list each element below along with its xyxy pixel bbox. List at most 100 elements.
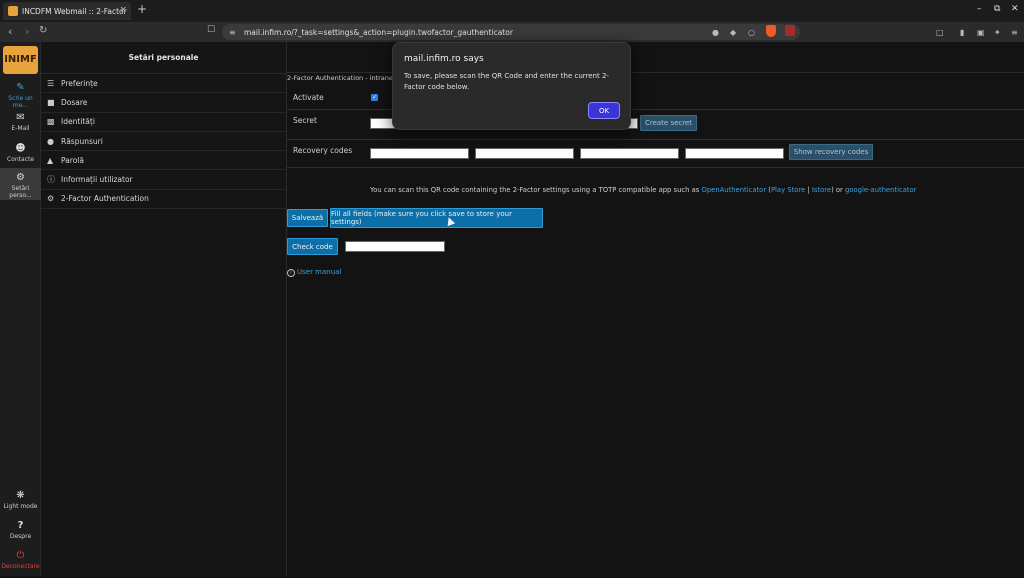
settings-sidebar: Setări personale ☰ Preferințe ■ Dosare ▩…	[41, 42, 287, 576]
rail-contacts[interactable]: ☻ Contacte	[0, 139, 41, 171]
show-recovery-codes-button[interactable]: Show recovery codes	[789, 144, 873, 160]
sidebar-title: Setări personale	[41, 42, 286, 74]
screenshot-icon[interactable]: □	[936, 28, 944, 37]
window-close-icon[interactable]: ✕	[1011, 4, 1019, 14]
restore-icon[interactable]: ⧉	[994, 4, 1000, 14]
sidebar-item-password[interactable]: ▲ Parolă	[41, 151, 286, 171]
alert-dialog: mail.infim.ro says To save, please scan …	[392, 42, 631, 130]
edit-icon: ✎	[16, 82, 25, 93]
rail-contacts-label: Contacte	[6, 156, 35, 163]
qr-note-or: ) or	[831, 186, 846, 194]
recovery-code-field[interactable]	[475, 148, 574, 159]
favicon-icon	[8, 6, 18, 16]
sidebar-item-label: Dosare	[61, 97, 88, 107]
activate-checkbox[interactable]: ✓	[371, 94, 378, 101]
rail-email-label: E-Mail	[11, 125, 30, 132]
brave-shield-icon[interactable]	[766, 25, 776, 37]
rail-about[interactable]: ? Despre	[0, 516, 41, 548]
openauthenticator-link[interactable]: OpenAuthenticator	[701, 186, 766, 194]
section-title: 2-Factor Authentication - intranet	[287, 74, 396, 82]
browser-tab[interactable]: INCDFM Webmail :: 2-Factor ×	[3, 2, 131, 20]
site-info-icon[interactable]: ≡	[229, 28, 236, 37]
browser-tab-bar: INCDFM Webmail :: 2-Factor × + – ⧉ ✕	[0, 0, 1024, 22]
rail-settings-label: Setări perso...	[9, 185, 32, 199]
sidebar-item-2fa[interactable]: ⚙ 2-Factor Authentication	[41, 189, 286, 210]
dialog-title: mail.infim.ro says	[404, 54, 484, 64]
fill-fields-button[interactable]: Fill all fields (make sure you click sav…	[330, 208, 543, 228]
recovery-code-field[interactable]	[370, 148, 469, 159]
info-circle-icon: i	[287, 269, 295, 277]
minimize-icon[interactable]: –	[977, 4, 982, 14]
rail-light-mode[interactable]: ❋ Light mode	[0, 486, 41, 518]
check-code-button[interactable]: Check code	[287, 238, 338, 255]
dialog-message: To save, please scan the QR Code and ent…	[404, 72, 609, 91]
question-icon: ?	[17, 520, 24, 531]
recovery-code-field[interactable]	[580, 148, 679, 159]
dialog-ok-button[interactable]: OK	[588, 102, 620, 119]
sidebar-item-label: Informații utilizator	[61, 175, 133, 185]
activate-label: Activate	[293, 93, 324, 102]
rail-light-mode-label: Light mode	[3, 503, 38, 510]
power-icon: ⏻	[16, 550, 25, 561]
url-text: mail.infim.ro/?_task=settings&_action=pl…	[244, 27, 513, 37]
lock-icon: ▲	[47, 155, 54, 165]
contacts-icon: ☻	[15, 143, 26, 154]
rail-settings[interactable]: ⚙ Setări perso...	[0, 168, 41, 200]
wallet-icon[interactable]: ▣	[977, 28, 985, 37]
play-store-link[interactable]: Play Store	[771, 186, 805, 194]
folder-icon: ■	[47, 97, 55, 107]
user-manual-link[interactable]: User manual	[297, 268, 341, 276]
sidebar-item-label: Răspunsuri	[61, 136, 103, 146]
gear-icon: ⚙	[16, 172, 25, 183]
sidebar-item-folders[interactable]: ■ Dosare	[41, 93, 286, 113]
bookmark-icon[interactable]: ☐	[207, 25, 215, 35]
rail-about-label: Despre	[9, 533, 32, 540]
sidebar-item-preferences[interactable]: ☰ Preferințe	[41, 74, 286, 94]
qr-code-note: You can scan this QR code containing the…	[370, 186, 917, 194]
istore-link[interactable]: Istore	[812, 186, 831, 194]
key-icon[interactable]: ●	[712, 28, 719, 37]
recovery-label: Recovery codes	[293, 146, 353, 155]
reload-icon[interactable]: ↻	[39, 25, 47, 36]
rail-compose-label: Scrie un me...	[8, 95, 33, 109]
sidebar-item-responses[interactable]: ● Răspunsuri	[41, 132, 286, 152]
leo-icon[interactable]: ✦	[994, 28, 1001, 37]
rail-compose[interactable]: ✎ Scrie un me...	[0, 78, 41, 110]
sidebar-item-user-info[interactable]: ⓘ Informații utilizator	[41, 170, 286, 190]
speech-bubble-icon: ●	[47, 136, 54, 146]
google-authenticator-link[interactable]: google-authenticator	[845, 186, 916, 194]
sidebar-item-identities[interactable]: ▩ Identități	[41, 113, 286, 132]
mail-icon: ✉	[16, 112, 25, 123]
app-rail: INIMF ✎ Scrie un me... ✉ E-Mail ☻ Contac…	[0, 42, 41, 576]
sliders-icon: ☰	[47, 78, 55, 88]
tab-title: INCDFM Webmail :: 2-Factor	[22, 6, 127, 16]
app-logo[interactable]: INIMF	[3, 46, 38, 74]
back-icon[interactable]: ‹	[8, 25, 12, 38]
save-button[interactable]: Salvează	[287, 209, 328, 227]
translate-icon[interactable]: ◆	[730, 28, 736, 37]
share-icon[interactable]: ○	[748, 28, 755, 37]
gear-icon: ⚙	[47, 194, 55, 204]
sidebar-item-label: Preferințe	[61, 78, 98, 88]
qr-note-text: You can scan this QR code containing the…	[370, 186, 702, 194]
qr-note-sep: |	[805, 186, 812, 194]
rewards-icon[interactable]	[785, 25, 795, 36]
sidebar-toggle-icon[interactable]: ▮	[960, 28, 964, 37]
sidebar-item-label: Parolă	[61, 155, 84, 165]
rail-email[interactable]: ✉ E-Mail	[0, 108, 41, 140]
menu-icon[interactable]: ≡	[1011, 28, 1018, 37]
recovery-row: Recovery codes Show recovery codes	[287, 140, 1024, 168]
rail-logout-label: Deconectare	[1, 563, 40, 570]
user-manual[interactable]: i User manual	[287, 268, 341, 277]
new-tab-icon[interactable]: +	[137, 2, 147, 16]
tab-close-icon[interactable]: ×	[119, 5, 127, 15]
check-code-field[interactable]	[345, 241, 445, 252]
forward-icon[interactable]: ›	[25, 25, 29, 38]
create-secret-button[interactable]: Create secret	[640, 115, 697, 131]
recovery-code-field[interactable]	[685, 148, 784, 159]
sidebar-item-label: Identități	[61, 117, 95, 127]
browser-toolbar: ‹ › ↻ ☐ ≡ mail.infim.ro/?_task=settings&…	[0, 22, 1024, 42]
id-card-icon: ▩	[47, 117, 55, 127]
sidebar-item-label: 2-Factor Authentication	[61, 194, 149, 204]
rail-logout[interactable]: ⏻ Deconectare	[0, 546, 41, 578]
